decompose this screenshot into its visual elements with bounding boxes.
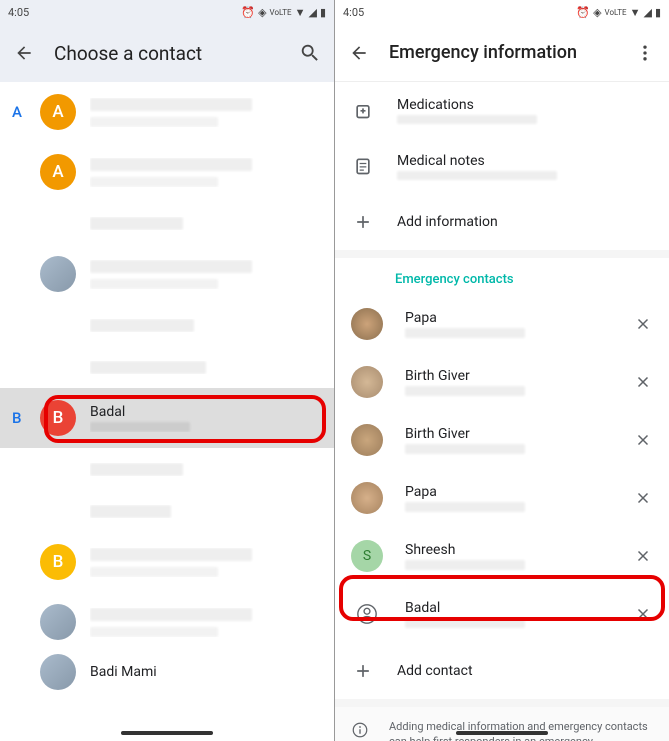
- remove-button[interactable]: [633, 604, 653, 624]
- status-bar: 4:05 ⏰ ◈ VoLTE ▼ ◢ ▮: [335, 0, 669, 24]
- info-icon: [351, 721, 371, 741]
- footer-note: Adding medical information and emergency…: [335, 707, 669, 741]
- contact-name: Shreesh: [405, 542, 633, 558]
- appbar: Choose a contact: [0, 24, 334, 82]
- emergency-contact-row[interactable]: Papa: [335, 295, 669, 353]
- avatar: [40, 604, 76, 640]
- remove-button[interactable]: [633, 430, 653, 450]
- medications-label: Medications: [397, 97, 653, 113]
- contact-name: Badal: [90, 404, 322, 420]
- signal-icon: ◢: [308, 6, 316, 19]
- medical-notes-label: Medical notes: [397, 153, 653, 169]
- wifi-icon: ▼: [295, 6, 306, 19]
- medications-icon: [351, 98, 375, 122]
- add-contact-row[interactable]: Add contact: [335, 643, 669, 699]
- back-button[interactable]: [12, 41, 36, 65]
- contact-name: Badi Mami: [90, 664, 322, 680]
- vibrate-icon: ◈: [593, 6, 601, 19]
- contact-name: Papa: [405, 484, 633, 500]
- wifi-icon: ▼: [630, 6, 641, 19]
- contact-row-badal[interactable]: B B Badal: [0, 388, 334, 448]
- contact-name: Papa: [405, 310, 633, 326]
- avatar: A: [40, 94, 76, 130]
- status-time: 4:05: [343, 6, 364, 19]
- add-contact-label: Add contact: [397, 663, 653, 679]
- status-bar: 4:05 ⏰ ◈ VoLTE ▼ ◢ ▮: [0, 0, 334, 24]
- remove-button[interactable]: [633, 546, 653, 566]
- battery-icon: ▮: [655, 6, 661, 19]
- avatar: [351, 308, 383, 340]
- lte-icon: VoLTE: [270, 8, 292, 17]
- emergency-body[interactable]: Medications Medical notes Add inform: [335, 82, 669, 741]
- person-icon: [351, 598, 383, 630]
- signal-icon: ◢: [643, 6, 651, 19]
- contact-row[interactable]: [0, 448, 334, 490]
- contact-name: Birth Giver: [405, 426, 633, 442]
- plus-icon: [351, 210, 375, 234]
- contact-row[interactable]: [0, 244, 334, 304]
- back-button[interactable]: [347, 41, 371, 65]
- contact-name: Badal: [405, 600, 633, 616]
- contact-row[interactable]: A A: [0, 82, 334, 142]
- contact-row[interactable]: [0, 202, 334, 244]
- alarm-icon: ⏰: [241, 6, 255, 19]
- screen-emergency: 4:05 ⏰ ◈ VoLTE ▼ ◢ ▮ Emergency informati…: [335, 0, 669, 741]
- contact-name: Birth Giver: [405, 368, 633, 384]
- alarm-icon: ⏰: [576, 6, 590, 19]
- avatar: [351, 424, 383, 456]
- avatar: [351, 366, 383, 398]
- remove-button[interactable]: [633, 314, 653, 334]
- medical-notes-row[interactable]: Medical notes: [335, 138, 669, 194]
- contact-row[interactable]: A: [0, 142, 334, 202]
- contact-row[interactable]: [0, 592, 334, 652]
- nav-handle[interactable]: [456, 731, 548, 735]
- add-information-label: Add information: [397, 214, 653, 230]
- screen-contacts: 4:05 ⏰ ◈ VoLTE ▼ ◢ ▮ Choose a contact A …: [0, 0, 335, 741]
- emergency-contact-row[interactable]: Birth Giver: [335, 353, 669, 411]
- emergency-contact-row[interactable]: Papa: [335, 469, 669, 527]
- avatar: [40, 256, 76, 292]
- page-title: Emergency information: [389, 42, 633, 63]
- battery-icon: ▮: [320, 6, 326, 19]
- contact-row[interactable]: [0, 490, 334, 532]
- contact-row[interactable]: B: [0, 532, 334, 592]
- contacts-list[interactable]: A A A B B: [0, 82, 334, 741]
- appbar: Emergency information: [335, 24, 669, 82]
- plus-icon: [351, 659, 375, 683]
- lte-icon: VoLTE: [605, 8, 627, 17]
- contact-row-badi-mami[interactable]: Badi Mami: [0, 652, 334, 692]
- search-button[interactable]: [298, 41, 322, 65]
- emergency-contact-row-badal[interactable]: Badal: [335, 585, 669, 643]
- emergency-contact-row[interactable]: Birth Giver: [335, 411, 669, 469]
- more-button[interactable]: [633, 41, 657, 65]
- page-title: Choose a contact: [54, 42, 298, 65]
- footer-text: Adding medical information and emergency…: [389, 719, 653, 741]
- remove-button[interactable]: [633, 372, 653, 392]
- contact-row[interactable]: [0, 346, 334, 388]
- avatar: [40, 654, 76, 690]
- vibrate-icon: ◈: [258, 6, 266, 19]
- avatar: [351, 482, 383, 514]
- section-letter: B: [12, 409, 40, 427]
- remove-button[interactable]: [633, 488, 653, 508]
- avatar: B: [40, 400, 76, 436]
- avatar: S: [351, 540, 383, 572]
- emergency-contacts-header: Emergency contacts: [335, 258, 669, 295]
- avatar: B: [40, 544, 76, 580]
- notes-icon: [351, 154, 375, 178]
- emergency-contact-row[interactable]: S Shreesh: [335, 527, 669, 585]
- add-information-row[interactable]: Add information: [335, 194, 669, 250]
- nav-handle[interactable]: [121, 731, 213, 735]
- avatar: A: [40, 154, 76, 190]
- section-letter: A: [12, 103, 40, 121]
- medications-row[interactable]: Medications: [335, 82, 669, 138]
- status-time: 4:05: [8, 6, 29, 19]
- contact-row[interactable]: [0, 304, 334, 346]
